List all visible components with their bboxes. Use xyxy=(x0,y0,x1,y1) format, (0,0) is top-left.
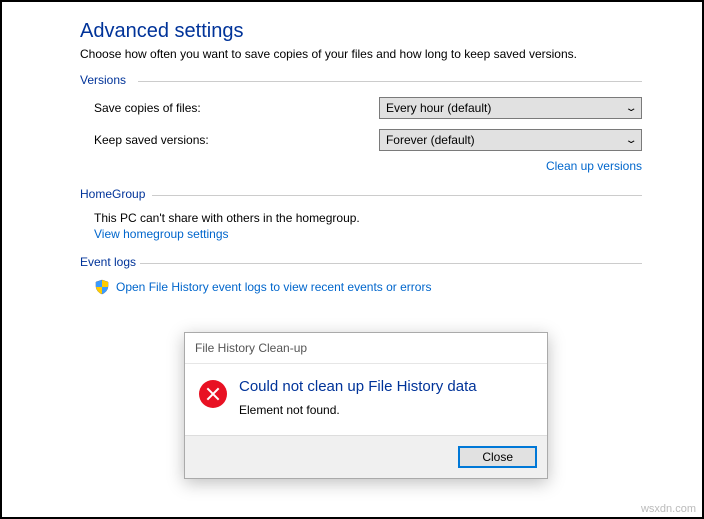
save-copies-dropdown[interactable]: Every hour (default) ⌄ xyxy=(379,97,642,119)
page-title: Advanced settings xyxy=(80,20,642,43)
homegroup-text: This PC can't share with others in the h… xyxy=(94,211,642,225)
section-eventlogs: Open File History event logs to view rec… xyxy=(80,279,642,295)
cleanup-versions-link[interactable]: Clean up versions xyxy=(546,159,642,173)
keep-versions-label: Keep saved versions: xyxy=(94,133,379,147)
keep-versions-value: Forever (default) xyxy=(386,133,475,147)
section-homegroup: This PC can't share with others in the h… xyxy=(80,211,642,241)
close-button[interactable]: Close xyxy=(458,446,537,468)
view-homegroup-link[interactable]: View homegroup settings xyxy=(94,227,229,241)
section-versions: Save copies of files: Every hour (defaul… xyxy=(80,97,642,173)
section-header-eventlogs: Event logs xyxy=(80,255,642,271)
dialog-footer: Close xyxy=(185,435,547,478)
dialog-headline: Could not clean up File History data xyxy=(239,378,477,395)
keep-versions-dropdown[interactable]: Forever (default) ⌄ xyxy=(379,129,642,151)
window-frame: Advanced settings Choose how often you w… xyxy=(0,0,704,519)
open-eventlogs-link[interactable]: Open File History event logs to view rec… xyxy=(116,280,431,294)
row-save-copies: Save copies of files: Every hour (defaul… xyxy=(94,97,642,119)
dialog-message: Element not found. xyxy=(239,403,477,417)
error-dialog: File History Clean-up Could not clean up… xyxy=(184,332,548,479)
watermark: wsxdn.com xyxy=(641,503,696,515)
section-header-versions: Versions xyxy=(80,73,642,89)
save-copies-label: Save copies of files: xyxy=(94,101,379,115)
row-keep-versions: Keep saved versions: Forever (default) ⌄ xyxy=(94,129,642,151)
chevron-down-icon: ⌄ xyxy=(624,103,637,114)
shield-icon xyxy=(94,279,110,295)
save-copies-value: Every hour (default) xyxy=(386,101,491,115)
chevron-down-icon: ⌄ xyxy=(624,135,637,146)
page-description: Choose how often you want to save copies… xyxy=(80,47,642,61)
section-header-homegroup: HomeGroup xyxy=(80,187,642,203)
error-icon xyxy=(199,380,227,408)
dialog-title: File History Clean-up xyxy=(185,333,547,364)
content-area: Advanced settings Choose how often you w… xyxy=(2,2,702,295)
